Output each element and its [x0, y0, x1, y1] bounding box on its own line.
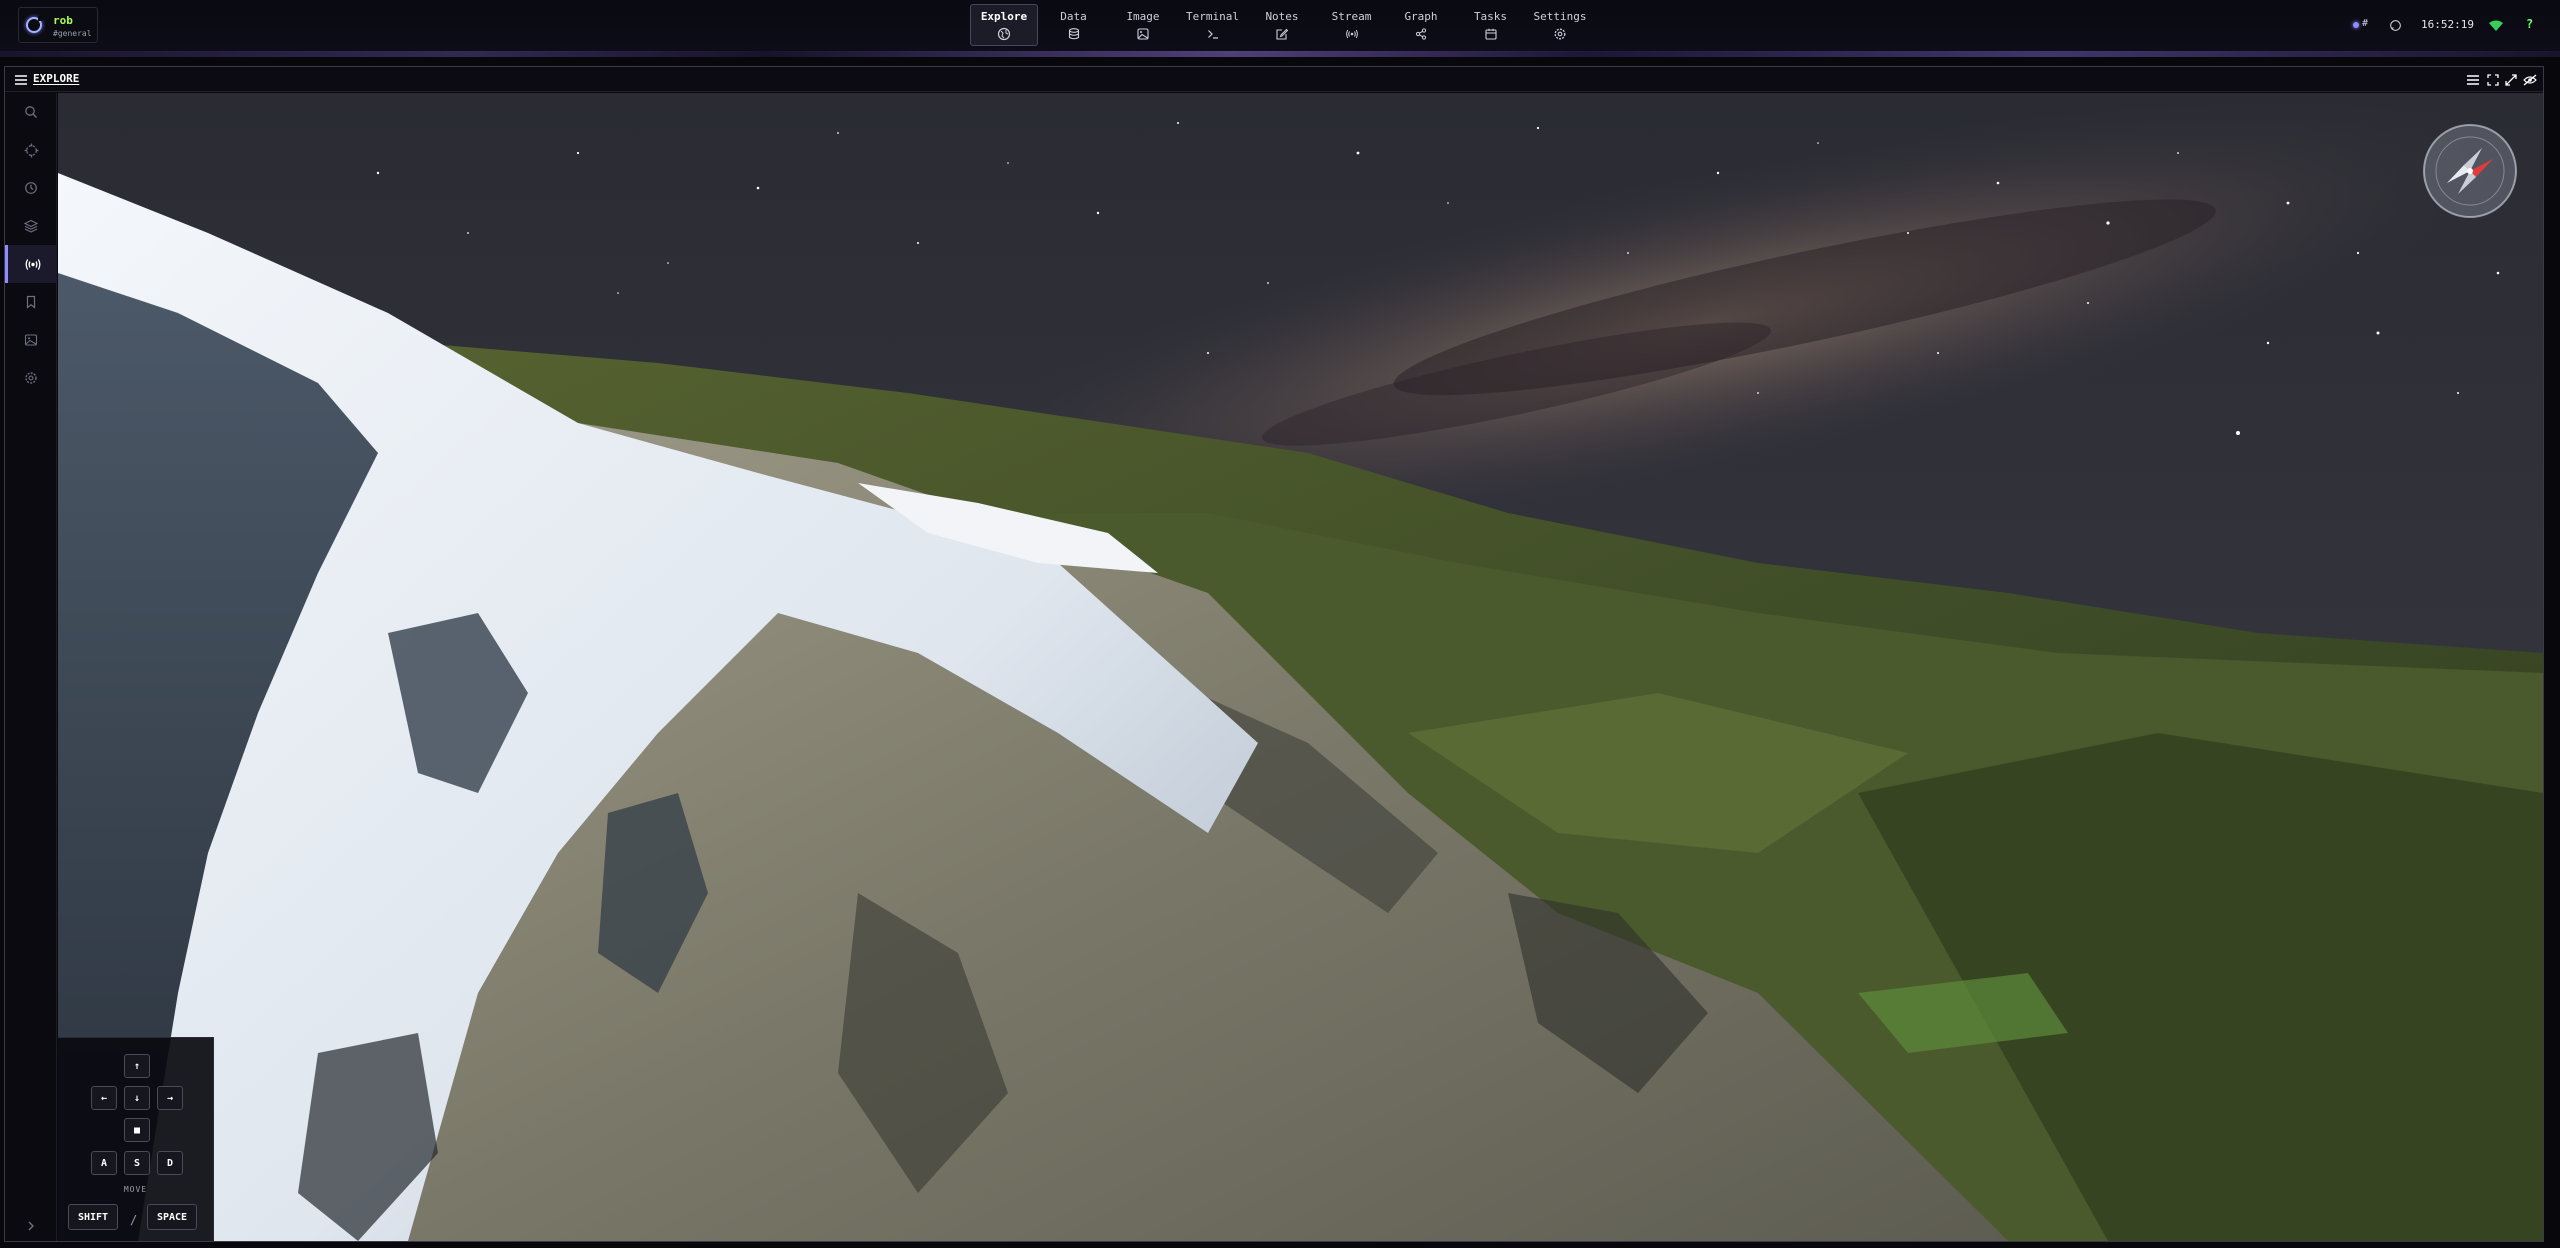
terrain-viewport[interactable] [58, 93, 2543, 1241]
status-dot-icon [2353, 22, 2359, 28]
chevron-right-icon [28, 1221, 34, 1231]
history-icon [25, 182, 37, 194]
broadcast-icon [25, 258, 40, 270]
status-area: # 16:52:19 ? [2345, 0, 2560, 52]
hide-icon[interactable] [2523, 74, 2537, 86]
layers-icon [24, 219, 38, 233]
globe-icon [997, 27, 1011, 41]
tab-graph-label: Graph [1404, 10, 1438, 23]
move-up-button[interactable]: ↑ [124, 1054, 150, 1078]
key-a-button[interactable]: A [91, 1151, 117, 1175]
key-s-button[interactable]: S [124, 1151, 150, 1175]
terrain-scene [58, 93, 2543, 1241]
sidebar-item-search[interactable] [5, 93, 57, 131]
image-icon [24, 334, 38, 346]
fit-view-icon[interactable] [2487, 74, 2499, 86]
status-indicator: # [2362, 18, 2369, 29]
sidebar-item-history[interactable] [5, 169, 57, 207]
user-profile[interactable]: rob #general [18, 7, 98, 43]
terminal-icon [1207, 30, 1218, 39]
tab-notes[interactable]: Notes [1248, 4, 1316, 46]
move-label: MOVE [123, 1185, 148, 1194]
tab-image[interactable]: Image [1109, 4, 1177, 46]
tab-data[interactable]: Data [1040, 4, 1108, 46]
calendar-icon [1484, 28, 1497, 40]
move-down-button[interactable]: ↓ [124, 1086, 150, 1110]
sidebar-item-settings[interactable] [5, 359, 57, 397]
app-logo-icon [26, 16, 43, 33]
expand-sidebar-button[interactable] [5, 1209, 57, 1243]
sidebar-item-broadcast[interactable] [5, 245, 57, 283]
sidebar-item-bookmark[interactable] [5, 283, 57, 321]
tab-tasks-label: Tasks [1473, 10, 1508, 23]
sidebar-item-image[interactable] [5, 321, 57, 359]
gear-icon [1554, 28, 1566, 40]
shift-button[interactable]: SHIFT [68, 1204, 118, 1230]
tab-graph[interactable]: Graph [1387, 4, 1455, 46]
movement-controls: ↑ ← ↓ → ■ A S D MOVE SHIFT / SPACE [58, 1037, 214, 1241]
explore-panel: EXPLORE ↑ ← ↓ → ■ A S D MOVE SHIFT / SPA… [4, 66, 2544, 1242]
tab-stream-label: Stream [1331, 10, 1372, 23]
bookmark-icon [26, 295, 36, 309]
list-icon[interactable] [2467, 75, 2479, 85]
key-separator: / [130, 1213, 138, 1227]
tab-data-label: Data [1060, 10, 1087, 23]
tab-notes-label: Notes [1265, 10, 1299, 23]
panel-title: EXPLORE [33, 72, 80, 85]
top-bar: rob #general Explore Data Image Terminal… [0, 0, 2560, 57]
tab-explore-label: Explore [980, 10, 1028, 23]
wifi-icon[interactable] [2488, 20, 2504, 32]
compass-icon[interactable] [2420, 121, 2520, 221]
tab-terminal[interactable]: Terminal [1179, 4, 1247, 46]
user-name: rob [53, 14, 73, 27]
chat-icon[interactable] [2389, 19, 2402, 32]
space-button[interactable]: SPACE [147, 1204, 197, 1230]
broadcast-icon [1345, 29, 1358, 39]
panel-header: EXPLORE [5, 67, 2543, 92]
fullscreen-icon[interactable] [2505, 74, 2517, 86]
clock: 16:52:19 [2421, 18, 2474, 31]
menu-icon[interactable] [15, 75, 27, 85]
search-icon [25, 106, 37, 118]
tab-image-label: Image [1126, 10, 1160, 23]
sidebar-item-crosshair[interactable] [5, 131, 57, 169]
share-icon [1415, 28, 1427, 40]
help-icon[interactable]: ? [2526, 17, 2533, 31]
image-icon [1137, 28, 1149, 40]
tab-settings[interactable]: Settings [1526, 4, 1594, 46]
tab-explore[interactable]: Explore [970, 4, 1038, 46]
tab-terminal-label: Terminal [1186, 10, 1239, 23]
edit-icon [1276, 28, 1289, 40]
tab-settings-label: Settings [1533, 10, 1587, 23]
stop-button[interactable]: ■ [124, 1118, 150, 1142]
tab-stream[interactable]: Stream [1318, 4, 1386, 46]
database-icon [1068, 28, 1079, 40]
user-channel: #general [53, 29, 92, 38]
main-nav: Explore Data Image Terminal Notes Stream… [970, 4, 1596, 46]
gear-icon [25, 372, 37, 384]
move-left-button[interactable]: ← [91, 1086, 117, 1110]
move-right-button[interactable]: → [157, 1086, 183, 1110]
tab-tasks[interactable]: Tasks [1457, 4, 1525, 46]
sidebar-item-layers[interactable] [5, 207, 57, 245]
tool-sidebar [5, 93, 57, 1241]
crosshair-icon [24, 143, 38, 157]
key-d-button[interactable]: D [157, 1151, 183, 1175]
